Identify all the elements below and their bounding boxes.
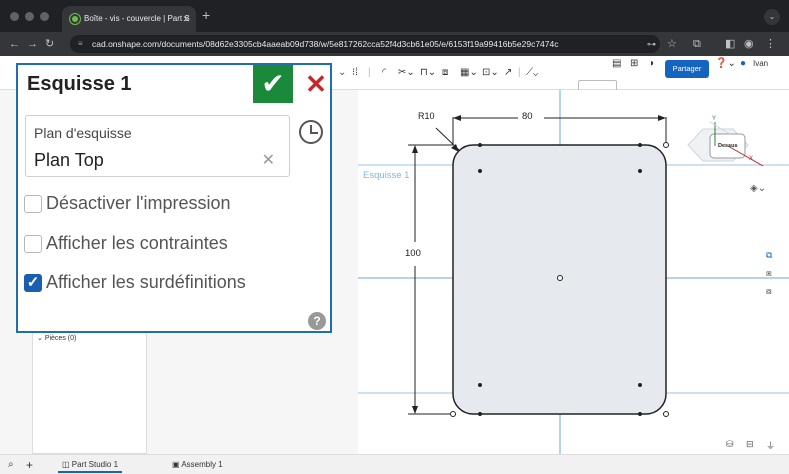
tab-part-studio-1-label: Part Studio 1 [71, 460, 119, 469]
sketch-point [478, 383, 482, 387]
disable-imprint-checkbox[interactable] [24, 195, 42, 213]
width-arrow-right [658, 115, 666, 121]
show-overdefined-checkbox[interactable]: ✓ [24, 274, 42, 292]
forward-icon[interactable]: → [27, 32, 38, 56]
radius-dimension[interactable]: R10 [418, 111, 435, 121]
onshape-window: Boîte - vis - couvercle | Part S ✕ + ⌄ ←… [0, 0, 789, 474]
measure-icon[interactable]: ⧇ [766, 286, 772, 297]
sketch-plane-value: Plan Top [34, 150, 104, 170]
trim-tool-icon[interactable]: ✂⌄ [398, 56, 415, 90]
bottom-tab-bar: ⌕ + ◫ Part Studio 1 ▣ Assembly 1 [0, 454, 789, 474]
confirm-check-icon[interactable]: ✔ [253, 65, 293, 103]
sketch-name-label: Esquisse 1 [363, 170, 410, 181]
sketch-point [638, 143, 642, 147]
onshape-favicon-icon [70, 14, 80, 24]
history-clock-icon[interactable] [299, 120, 323, 144]
bookmark-star-icon[interactable]: ☆ [667, 32, 677, 56]
axis-x-label: X [749, 156, 754, 162]
corner-point [450, 411, 456, 417]
sheet-icon[interactable]: ▤ [612, 47, 621, 81]
assembly-icon: ▣ [172, 460, 182, 469]
dimension-tool-icon[interactable]: ⟋⌄ [526, 56, 538, 90]
units-icon[interactable]: ⏚ [766, 439, 775, 452]
window-minimize-dot[interactable] [25, 12, 34, 21]
width-arrow-left [453, 115, 461, 121]
graphics-viewport[interactable]: Esquisse 1 R10 80 100 Dessus X Y ◈⌄ ⧉ ⧆ … [358, 90, 789, 454]
sketch-point [638, 169, 642, 173]
sketch-dialog: Esquisse 1 ✔ ✕ Plan d'esquisse Plan Top … [16, 63, 332, 333]
back-icon[interactable]: ← [9, 32, 20, 56]
axis-y-label: Y [712, 116, 717, 122]
user-avatar-icon[interactable]: ● [740, 47, 746, 81]
browser-tab-title: Boîte - vis - couvercle | Part S [84, 14, 190, 23]
url-field[interactable]: ≡ cad.onshape.com/documents/08d62e3305cb… [70, 35, 660, 53]
reload-icon[interactable]: ↻ [45, 32, 54, 56]
transform-tool-icon[interactable]: ⊡⌄ [482, 56, 499, 90]
mate-connector-icon[interactable]: ⧆ [766, 268, 772, 279]
parts-expand-icon[interactable]: ⌄ [37, 335, 45, 342]
section-view-icon[interactable]: ⧉ [766, 250, 772, 261]
insert-menu-icon[interactable]: ⌕ [8, 457, 14, 473]
address-bar: ← → ↻ ≡ cad.onshape.com/documents/08d62e… [0, 32, 789, 56]
tab-part-studio-1[interactable]: ◫ Part Studio 1 [58, 457, 123, 473]
display-mode-icon[interactable]: ◈⌄ [750, 183, 766, 194]
toolbar-divider: | [368, 67, 371, 78]
show-constraints-checkbox[interactable] [24, 235, 42, 253]
share-button[interactable]: Partager [665, 60, 709, 78]
settings-icon[interactable]: ◑ [648, 47, 654, 81]
construction-tool-icon[interactable]: ↗ [504, 56, 512, 90]
mirror-tool-icon[interactable]: ⧈ [442, 56, 448, 90]
dialog-title: Esquisse 1 [27, 73, 132, 95]
tab-search-icon[interactable]: ⌄ [764, 9, 780, 25]
toolbar-divider-2: | [518, 67, 521, 78]
origin-point [557, 275, 563, 281]
sketch-plane-label: Plan d'esquisse [34, 125, 132, 141]
zoom-fit-icon[interactable]: ⊟ [746, 439, 754, 450]
extensions-icon[interactable]: ⧉ [693, 32, 701, 56]
offset-tool-icon[interactable]: ⊓⌄ [420, 56, 436, 90]
close-tab-icon[interactable]: ✕ [182, 6, 190, 32]
sketch-point [478, 143, 482, 147]
new-tab-icon[interactable]: + [202, 7, 210, 23]
sketch-point [638, 383, 642, 387]
view-tools-icon[interactable]: ⛁ [726, 439, 734, 450]
tab-assembly-1[interactable]: ▣ Assembly 1 [172, 457, 223, 473]
fillet-tool-icon[interactable]: ◜ [382, 56, 386, 90]
window-close-dot[interactable] [10, 12, 19, 21]
sketch-point [478, 169, 482, 173]
corner-point [663, 411, 669, 417]
versions-icon[interactable]: ⊞ [630, 47, 638, 81]
disable-imprint-label[interactable]: Désactiver l'impression [46, 193, 231, 214]
parts-list-label[interactable]: Pièces (0) [45, 335, 77, 342]
clear-plane-icon[interactable]: ✕ [262, 150, 275, 170]
help-menu-icon[interactable]: ❓⌄ [715, 47, 736, 81]
user-name[interactable]: Ivan [753, 47, 768, 81]
browser-tab-bar: Boîte - vis - couvercle | Part S ✕ + ⌄ [0, 0, 789, 32]
browser-tab[interactable]: Boîte - vis - couvercle | Part S ✕ [62, 6, 196, 32]
show-constraints-label[interactable]: Afficher les contraintes [46, 233, 228, 254]
width-dimension[interactable]: 80 [522, 111, 533, 122]
window-zoom-dot[interactable] [40, 12, 49, 21]
collapse-chevron-icon[interactable]: ⌄ [338, 56, 346, 90]
add-tab-icon[interactable]: + [26, 457, 33, 473]
sketch-plane-field[interactable]: Plan d'esquisse Plan Top ✕ [25, 115, 290, 177]
height-arrow-bottom [412, 406, 418, 414]
view-cube-label[interactable]: Dessus [718, 143, 738, 149]
part-studio-icon: ◫ [62, 460, 72, 469]
height-arrow-top [412, 145, 418, 153]
cancel-x-icon[interactable]: ✕ [301, 65, 331, 103]
tab-assembly-1-label: Assembly 1 [181, 460, 223, 469]
url-text: cad.onshape.com/documents/08d62e3305cb4a… [92, 39, 559, 49]
corner-point [663, 142, 669, 148]
show-overdefined-label[interactable]: Afficher les surdéfinitions [46, 272, 246, 293]
sketch-point [638, 412, 642, 416]
pattern-tool-icon[interactable]: ▦⌄ [460, 56, 478, 90]
help-icon[interactable]: ? [308, 312, 326, 330]
midpoint-tool-icon[interactable]: ⁝⁞ [352, 56, 358, 90]
sketch-point [478, 412, 482, 416]
height-dimension[interactable]: 100 [405, 248, 421, 259]
site-info-icon[interactable]: ≡ [78, 35, 83, 53]
feature-list: ⌄ Pièces (0) [32, 323, 147, 454]
